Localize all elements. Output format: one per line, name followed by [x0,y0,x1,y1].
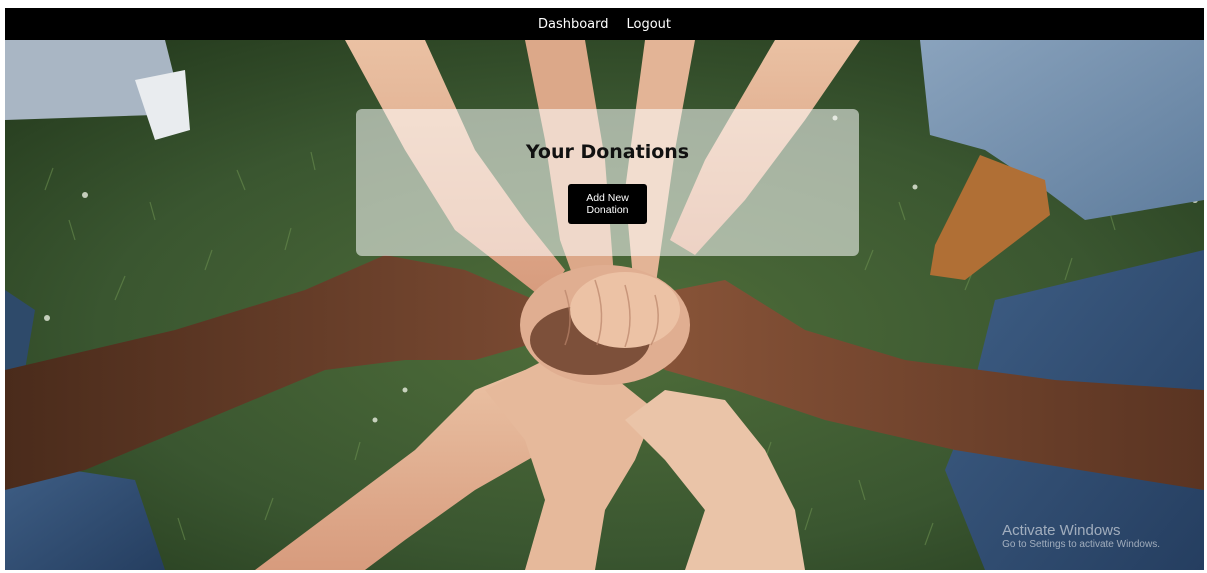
hero-background-image: Your Donations Add New Donation [5,40,1204,570]
activate-windows-watermark: Activate Windows Go to Settings to activ… [1002,522,1160,550]
nav-dashboard-link[interactable]: Dashboard [538,17,609,32]
add-new-donation-button[interactable]: Add New Donation [568,184,647,224]
nav-logout-link[interactable]: Logout [627,17,672,32]
page-title: Your Donations [525,141,690,163]
watermark-title: Activate Windows [1002,522,1121,539]
donations-card: Your Donations Add New Donation [356,109,859,256]
watermark-subtitle: Go to Settings to activate Windows. [1002,539,1160,550]
top-navbar: Dashboard Logout [5,8,1204,40]
page: Dashboard Logout Your Donations Add New … [5,8,1204,570]
